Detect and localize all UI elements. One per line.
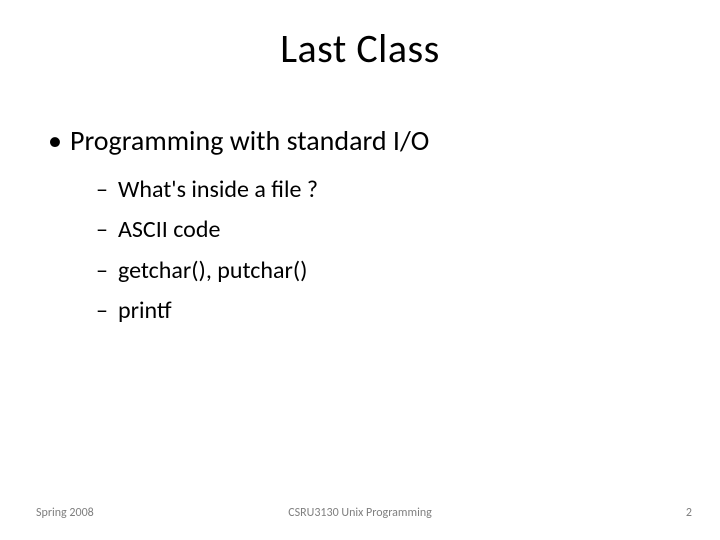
- slide-number: 2: [686, 506, 692, 520]
- bullet-level1: Programming with standard I/O: [40, 123, 680, 158]
- bullet-level2: printf: [40, 295, 680, 327]
- slide-title: Last Class: [0, 0, 720, 73]
- bullet-level2: getchar(), putchar(): [40, 255, 680, 287]
- slide: Last Class Programming with standard I/O…: [0, 0, 720, 540]
- bullet-level2: ASCII code: [40, 214, 680, 246]
- bullet-level2: What's inside a file ?: [40, 174, 680, 206]
- footer-course: CSRU3130 Unix Programming: [0, 506, 720, 520]
- slide-content: Programming with standard I/O What's ins…: [0, 73, 720, 328]
